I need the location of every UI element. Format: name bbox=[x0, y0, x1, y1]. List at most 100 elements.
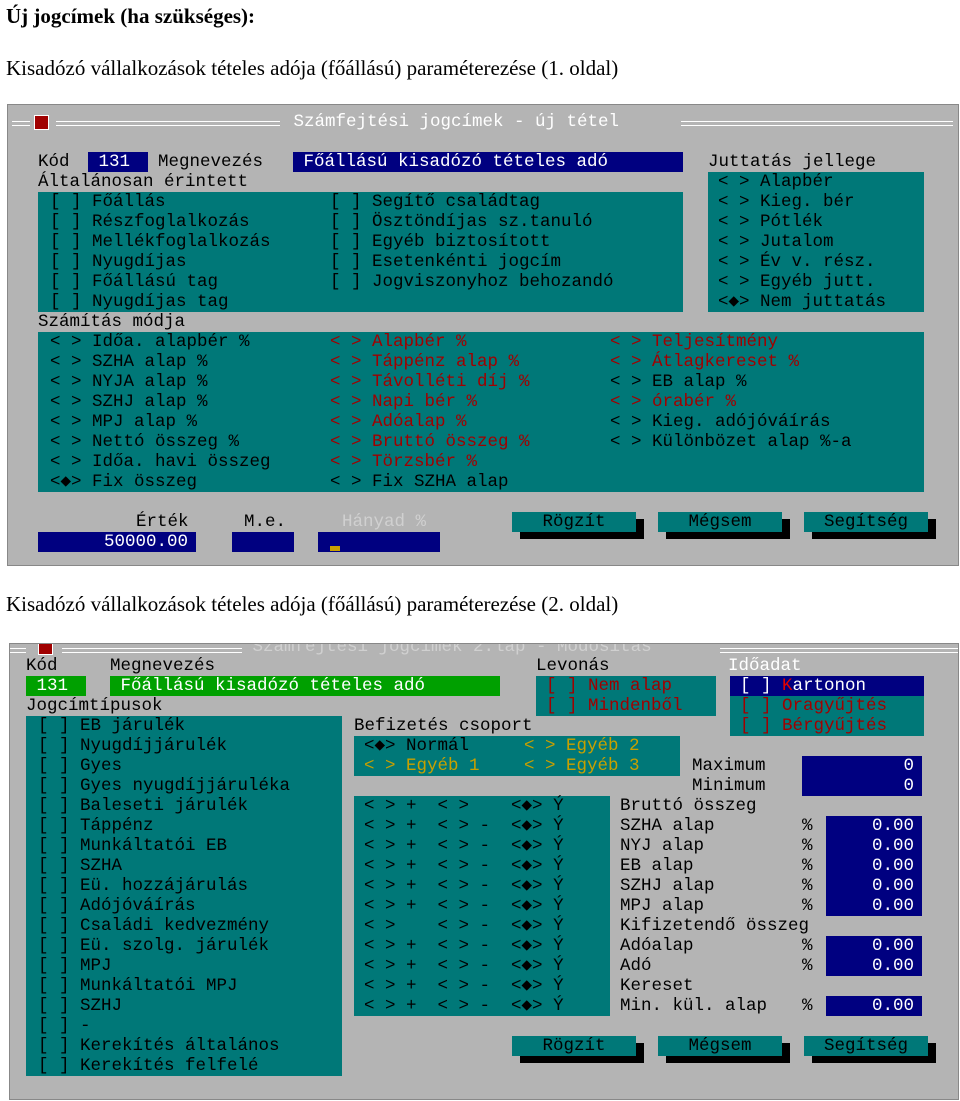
sign-row[interactable]: < > + < > - <◆> Ý bbox=[364, 856, 564, 876]
base-field[interactable]: 0.00 bbox=[826, 816, 922, 836]
type-item[interactable]: [ ] Családi kedvezmény bbox=[38, 916, 269, 936]
calc-option[interactable]: < > Napi bér % bbox=[330, 392, 477, 412]
me-field[interactable] bbox=[232, 532, 294, 552]
juttatas-option-selected[interactable]: <◆> Nem juttatás bbox=[718, 292, 886, 312]
sign-row[interactable]: < > + < > - <◆> Ý bbox=[364, 816, 564, 836]
calc-option[interactable]: < > Adóalap % bbox=[330, 412, 467, 432]
idoadat-option[interactable]: [ ] Oragyűjtés bbox=[740, 696, 887, 716]
calc-option[interactable]: < > Időa. alapbér % bbox=[50, 332, 250, 352]
megnevezes-field[interactable]: Főállású kisadózó tételes adó bbox=[110, 676, 500, 696]
type-item[interactable]: [ ] SZHA bbox=[38, 856, 122, 876]
rogzit-button[interactable]: Rögzít bbox=[512, 512, 636, 532]
juttatas-option[interactable]: < > Egyéb jutt. bbox=[718, 272, 876, 292]
affected-item[interactable]: [ ] Mellékfoglalkozás bbox=[50, 232, 271, 252]
ertek-field[interactable]: 50000.00 bbox=[38, 532, 196, 552]
kartonon-option[interactable]: [ ] Kartonon bbox=[730, 676, 924, 696]
type-item[interactable]: [ ] EB járulék bbox=[38, 716, 185, 736]
type-item[interactable]: [ ] - bbox=[38, 1016, 91, 1036]
affected-item[interactable]: [ ] Főállás bbox=[50, 192, 166, 212]
type-item[interactable]: [ ] Eü. hozzájárulás bbox=[38, 876, 248, 896]
base-field[interactable]: 0.00 bbox=[826, 936, 922, 956]
calc-option[interactable]: < > Átlagkereset % bbox=[610, 352, 799, 372]
bef-normal-option[interactable]: <◆> Normál bbox=[364, 736, 469, 756]
type-item[interactable]: [ ] Gyes bbox=[38, 756, 122, 776]
type-item[interactable]: [ ] SZHJ bbox=[38, 996, 122, 1016]
megnevezes-field[interactable]: Főállású kisadózó tételes adó bbox=[293, 152, 683, 172]
calc-option[interactable]: < > EB alap % bbox=[610, 372, 747, 392]
calc-option[interactable]: < > Különbözet alap %-a bbox=[610, 432, 852, 452]
sign-row[interactable]: < > + < > - <◆> Ý bbox=[364, 836, 564, 856]
minimum-field[interactable]: 0 bbox=[802, 776, 922, 796]
sign-row[interactable]: < > + < > - <◆> Ý bbox=[364, 996, 564, 1016]
calc-option[interactable]: < > Nettó összeg % bbox=[50, 432, 239, 452]
segitseg-button[interactable]: Segítség bbox=[804, 512, 928, 532]
juttatas-option[interactable]: < > Kieg. bér bbox=[718, 192, 855, 212]
levonas-option[interactable]: [ ] Mindenből bbox=[546, 696, 683, 716]
maximum-field[interactable]: 0 bbox=[802, 756, 922, 776]
affected-item[interactable]: [ ] Ösztöndíjas sz.tanuló bbox=[330, 212, 593, 232]
calc-option[interactable]: < > Bruttó összeg % bbox=[330, 432, 530, 452]
base-field[interactable]: 0.00 bbox=[826, 896, 922, 916]
sign-row[interactable]: < > + < > - <◆> Ý bbox=[364, 956, 564, 976]
sign-row[interactable]: < > + < > - <◆> Ý bbox=[364, 896, 564, 916]
rogzit-button[interactable]: Rögzít bbox=[512, 1036, 636, 1056]
base-field[interactable]: 0.00 bbox=[826, 996, 922, 1016]
type-item[interactable]: [ ] Gyes nyugdíjjáruléka bbox=[38, 776, 290, 796]
base-field[interactable]: 0.00 bbox=[826, 956, 922, 976]
type-item[interactable]: [ ] Baleseti járulék bbox=[38, 796, 248, 816]
sign-row[interactable]: < > + < > - <◆> Ý bbox=[364, 876, 564, 896]
affected-item[interactable]: [ ] Segítő családtag bbox=[330, 192, 540, 212]
megsem-button[interactable]: Mégsem bbox=[658, 512, 782, 532]
sign-row[interactable]: < > + < > - <◆> Ý bbox=[364, 976, 564, 996]
calc-option[interactable]: < > Törzsbér % bbox=[330, 452, 477, 472]
base-field[interactable]: 0.00 bbox=[826, 856, 922, 876]
calc-option[interactable]: < > NYJA alap % bbox=[50, 372, 208, 392]
affected-item[interactable]: [ ] Nyugdíjas bbox=[50, 252, 187, 272]
bef-egyeb1-option[interactable]: < > Egyéb 1 bbox=[364, 756, 480, 776]
type-item[interactable]: [ ] Munkáltatói EB bbox=[38, 836, 227, 856]
levonas-option[interactable]: [ ] Nem alap bbox=[546, 676, 672, 696]
affected-item[interactable]: [ ] Esetenkénti jogcím bbox=[330, 252, 561, 272]
hanyad-field[interactable] bbox=[318, 532, 440, 552]
affected-item[interactable]: [ ] Nyugdíjas tag bbox=[50, 292, 229, 312]
calc-option[interactable]: < > SZHJ alap % bbox=[50, 392, 208, 412]
affected-item[interactable]: [ ] Részfoglalkozás bbox=[50, 212, 250, 232]
sign-row[interactable]: < > + < > <◆> Ý bbox=[364, 796, 564, 816]
calc-option[interactable]: < > órabér % bbox=[610, 392, 736, 412]
juttatas-option[interactable]: < > Jutalom bbox=[718, 232, 834, 252]
type-item[interactable]: [ ] Kerekítés felfelé bbox=[38, 1056, 259, 1076]
calc-option[interactable]: < > Távolléti díj % bbox=[330, 372, 530, 392]
juttatas-option[interactable]: < > Alapbér bbox=[718, 172, 834, 192]
calc-option[interactable]: < > MPJ alap % bbox=[50, 412, 197, 432]
juttatas-option[interactable]: < > Pótlék bbox=[718, 212, 823, 232]
calc-option[interactable]: < > Táppénz alap % bbox=[330, 352, 519, 372]
bef-egyeb2-option[interactable]: < > Egyéb 2 bbox=[524, 736, 640, 756]
bef-egyeb3-option[interactable]: < > Egyéb 3 bbox=[524, 756, 640, 776]
idoadat-option[interactable]: [ ] Bérgyűjtés bbox=[740, 716, 887, 736]
type-item[interactable]: [ ] Adójóváírás bbox=[38, 896, 196, 916]
juttatas-option[interactable]: < > Év v. rész. bbox=[718, 252, 876, 272]
affected-item[interactable]: [ ] Egyéb biztosított bbox=[330, 232, 551, 252]
calc-option[interactable]: < > Teljesítmény bbox=[610, 332, 778, 352]
sign-row[interactable]: < > < > - <◆> Ý bbox=[364, 916, 564, 936]
kod-field[interactable]: 131 bbox=[88, 152, 148, 172]
calc-option[interactable]: < > Fix SZHA alap bbox=[330, 472, 509, 492]
type-item[interactable]: [ ] Táppénz bbox=[38, 816, 154, 836]
calc-option[interactable]: < > Időa. havi összeg bbox=[50, 452, 271, 472]
calc-option[interactable]: < > Alapbér % bbox=[330, 332, 467, 352]
affected-item[interactable]: [ ] Főállású tag bbox=[50, 272, 218, 292]
calc-option[interactable]: < > Kieg. adójóváírás bbox=[610, 412, 831, 432]
type-item[interactable]: [ ] Nyugdíjjárulék bbox=[38, 736, 227, 756]
type-item[interactable]: [ ] Kerekítés általános bbox=[38, 1036, 280, 1056]
segitseg-button[interactable]: Segítség bbox=[804, 1036, 928, 1056]
type-item[interactable]: [ ] MPJ bbox=[38, 956, 112, 976]
type-item[interactable]: [ ] Munkáltatói MPJ bbox=[38, 976, 238, 996]
sign-row[interactable]: < > + < > - <◆> Ý bbox=[364, 936, 564, 956]
base-field[interactable]: 0.00 bbox=[826, 836, 922, 856]
kod-field[interactable]: 131 bbox=[26, 676, 86, 696]
close-box-icon[interactable] bbox=[38, 644, 53, 655]
affected-item[interactable]: [ ] Jogviszonyhoz behozandó bbox=[330, 272, 614, 292]
calc-option-selected[interactable]: <◆> Fix összeg bbox=[50, 472, 197, 492]
close-box-icon[interactable] bbox=[34, 115, 49, 130]
megsem-button[interactable]: Mégsem bbox=[658, 1036, 782, 1056]
